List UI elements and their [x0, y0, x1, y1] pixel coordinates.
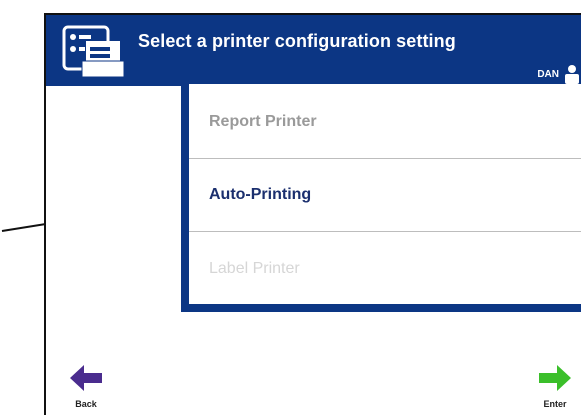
printer-config-screen: Select a printer configuration setting D…: [44, 13, 581, 415]
back-button[interactable]: Back: [68, 363, 104, 409]
list-item-report-printer[interactable]: Report Printer: [189, 86, 581, 159]
arrow-left-icon: [70, 365, 102, 391]
page-title: Select a printer configuration setting: [138, 31, 456, 51]
user-icon: [565, 65, 579, 84]
list-item-auto-printing[interactable]: Auto-Printing: [189, 159, 581, 232]
arrow-right-icon: [539, 365, 571, 391]
printer-setting-list: Report Printer Auto-Printing Label Print…: [181, 84, 581, 312]
enter-label: Enter: [543, 399, 567, 409]
user-name: DAN: [537, 68, 559, 80]
user-indicator: DAN: [537, 62, 581, 86]
list-item-label-printer: Label Printer: [209, 259, 300, 277]
back-label: Back: [75, 399, 97, 409]
enter-button[interactable]: Enter: [537, 363, 573, 409]
header-bar: Select a printer configuration setting D…: [46, 13, 581, 86]
printer-config-icon: [62, 25, 125, 78]
